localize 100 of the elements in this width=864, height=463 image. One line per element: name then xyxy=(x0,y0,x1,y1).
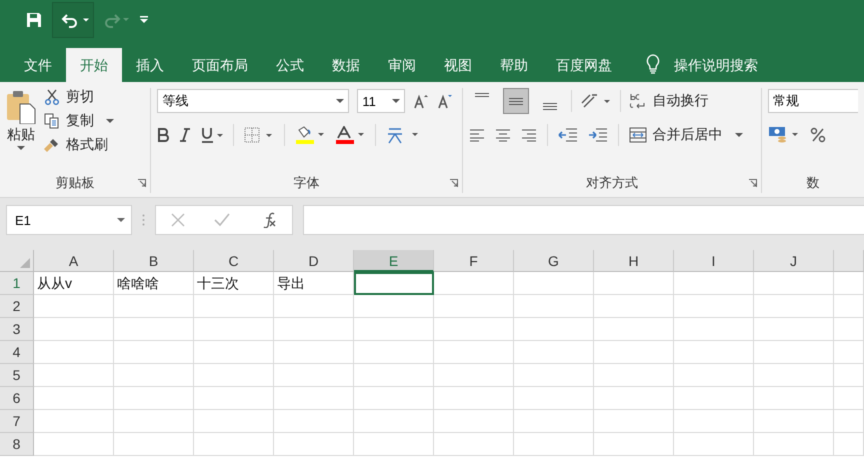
copy-button[interactable]: 复制 xyxy=(44,112,114,130)
column-header[interactable]: B xyxy=(114,250,194,272)
format-painter-button[interactable]: 格式刷 xyxy=(44,136,114,154)
clipboard-icon xyxy=(6,90,36,124)
merge-cells-icon xyxy=(628,127,647,143)
row-header[interactable]: 8 xyxy=(0,433,34,456)
caret-icon xyxy=(734,133,743,137)
vertical-align-button[interactable] xyxy=(502,88,529,114)
copy-icon xyxy=(44,113,60,129)
ribbon-tab[interactable]: 开始 xyxy=(66,48,122,82)
triangle-icon xyxy=(20,258,30,268)
caret-icon xyxy=(106,119,114,123)
row-header[interactable]: 6 xyxy=(0,387,34,410)
table-cell xyxy=(834,295,864,318)
number-format-field[interactable]: 常规 xyxy=(768,89,858,113)
column-header[interactable]: E xyxy=(354,250,434,272)
dialog-launcher-icon[interactable] xyxy=(138,179,146,187)
group-label: 剪贴板 xyxy=(56,174,95,192)
customize-caret-icon[interactable] xyxy=(140,16,148,24)
save-icon[interactable] xyxy=(26,12,42,28)
row-header[interactable]: 2 xyxy=(0,295,34,318)
caret-icon xyxy=(336,99,344,103)
align-lines-icon xyxy=(474,93,490,97)
table-cell: 十三次 xyxy=(194,272,274,295)
ribbon-tab[interactable]: 插入 xyxy=(122,48,178,82)
ribbon-tab[interactable]: 数据 xyxy=(318,48,374,82)
ribbon-tab[interactable]: 帮助 xyxy=(486,48,542,82)
dialog-launcher-icon[interactable] xyxy=(749,179,757,187)
column-header[interactable]: C xyxy=(194,250,274,272)
grip-icon xyxy=(142,214,145,226)
ribbon-tab[interactable]: 文件 xyxy=(10,48,66,82)
undo-button[interactable] xyxy=(52,2,94,38)
group-label: 字体 xyxy=(293,174,320,192)
brush-icon xyxy=(44,137,60,153)
row-header[interactable]: 7 xyxy=(0,410,34,433)
italic-icon[interactable] xyxy=(179,128,192,142)
tell-me-search[interactable]: 操作说明搜索 xyxy=(674,48,758,82)
wrap-text-icon xyxy=(628,92,647,110)
fill-color-icon[interactable] xyxy=(295,126,326,144)
caret-icon xyxy=(392,99,400,103)
scissors-icon xyxy=(44,89,60,105)
font-size-field[interactable]: 11 xyxy=(357,89,406,113)
table-cell xyxy=(834,387,864,410)
cut-button[interactable]: 剪切 xyxy=(44,88,114,106)
column-header[interactable]: A xyxy=(34,250,114,272)
group-label: 数 xyxy=(806,174,820,192)
ribbon-tab[interactable]: 页面布局 xyxy=(178,48,262,82)
increase-font-icon[interactable] xyxy=(413,93,430,109)
column-header[interactable]: I xyxy=(674,250,754,272)
table-cell xyxy=(834,341,864,364)
row-header[interactable]: 5 xyxy=(0,364,34,387)
caret-icon xyxy=(17,146,25,150)
table-cell xyxy=(834,318,864,341)
column-header[interactable]: D xyxy=(274,250,354,272)
horizontal-align-icon[interactable] xyxy=(494,128,511,142)
merge-center-button[interactable]: 合并后居中 xyxy=(628,126,743,144)
table-cell xyxy=(834,364,864,387)
table-cell: 从从v xyxy=(34,272,114,295)
table-cell: 啥啥啥 xyxy=(114,272,194,295)
dialog-launcher-icon[interactable] xyxy=(450,179,458,187)
wrap-text-button[interactable]: 自动换行 xyxy=(628,92,709,110)
table-cell xyxy=(834,410,864,433)
name-box[interactable]: E1 xyxy=(6,205,132,235)
column-header[interactable]: G xyxy=(514,250,594,272)
undo-icon xyxy=(61,12,79,28)
row-header[interactable]: 3 xyxy=(0,318,34,341)
decrease-font-icon[interactable] xyxy=(437,93,454,109)
ribbon-tab[interactable]: 视图 xyxy=(430,48,486,82)
underline-icon[interactable] xyxy=(201,127,224,143)
font-color-icon[interactable] xyxy=(335,126,366,144)
row-header[interactable]: 1 xyxy=(0,272,34,295)
ribbon-tab[interactable]: 公式 xyxy=(262,48,318,82)
table-cell xyxy=(834,272,864,295)
percent-icon[interactable] xyxy=(810,127,826,143)
caret-icon xyxy=(117,218,125,222)
ribbon-tab[interactable]: 审阅 xyxy=(374,48,430,82)
bold-icon[interactable] xyxy=(157,128,170,142)
borders-icon[interactable] xyxy=(244,127,274,143)
lightbulb-icon xyxy=(646,54,660,74)
table-cell xyxy=(834,433,864,456)
row-header[interactable]: 4 xyxy=(0,341,34,364)
column-header[interactable]: J xyxy=(754,250,834,272)
paste-button[interactable]: 粘贴 xyxy=(6,88,36,173)
horizontal-align-icon[interactable] xyxy=(520,128,537,142)
align-lines-icon xyxy=(542,103,558,110)
formula-field[interactable] xyxy=(303,205,864,235)
table-cell: 导出 xyxy=(274,272,354,295)
group-label: 对齐方式 xyxy=(586,174,638,192)
align-lines-icon xyxy=(508,98,524,104)
font-name-field[interactable]: 等线 xyxy=(157,89,350,113)
caret-icon xyxy=(83,17,89,23)
horizontal-align-icon[interactable] xyxy=(468,128,485,142)
ribbon-tab[interactable]: 百度网盘 xyxy=(542,48,626,82)
orientation-icon[interactable] xyxy=(580,93,612,109)
column-header[interactable]: H xyxy=(594,250,674,272)
increase-indent-icon[interactable] xyxy=(588,127,608,143)
decrease-indent-icon[interactable] xyxy=(558,127,578,143)
currency-icon[interactable] xyxy=(768,126,800,144)
column-header[interactable]: F xyxy=(434,250,514,272)
phonetic-icon[interactable] xyxy=(386,126,420,144)
